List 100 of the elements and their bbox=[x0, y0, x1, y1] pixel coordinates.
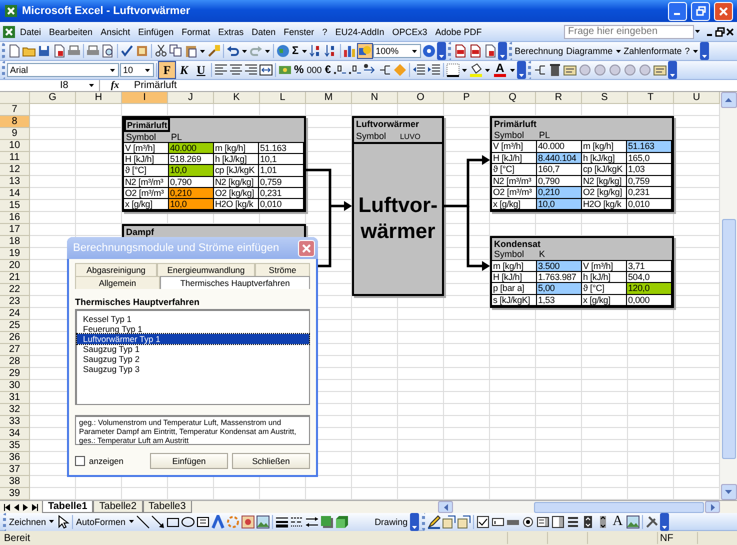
format-painter-icon[interactable] bbox=[207, 44, 221, 58]
font-size-dropdown[interactable]: 10 bbox=[120, 63, 154, 77]
formula-field[interactable]: Primärluft bbox=[130, 80, 177, 91]
row-header[interactable]: 15 bbox=[0, 200, 30, 212]
column-header[interactable]: J bbox=[168, 92, 214, 104]
menu-item[interactable]: Daten bbox=[248, 26, 280, 38]
trash-icon[interactable] bbox=[548, 63, 562, 77]
autoshapes-menu[interactable]: AutoFormen bbox=[75, 516, 127, 526]
menu-item[interactable]: ? bbox=[318, 26, 332, 38]
arrow-icon[interactable] bbox=[150, 514, 165, 528]
format-button[interactable]: U bbox=[193, 62, 209, 78]
dropdown-caret-icon[interactable] bbox=[265, 50, 270, 52]
line-icon[interactable] bbox=[136, 514, 150, 528]
font-dropdown[interactable]: Arial bbox=[7, 63, 119, 77]
arrow-style-icon[interactable] bbox=[304, 514, 319, 528]
draw-menu[interactable]: Zeichnen bbox=[8, 516, 48, 526]
menu-item[interactable]: Extras bbox=[214, 26, 248, 38]
toolbar-menu[interactable]: Diagramme bbox=[565, 46, 614, 56]
euro-button[interactable]: € bbox=[324, 64, 332, 76]
next-sheet-icon[interactable] bbox=[22, 504, 29, 510]
label-control-button[interactable]: A bbox=[610, 514, 625, 530]
column-header[interactable]: Q bbox=[490, 92, 536, 104]
tab[interactable]: Energieumwandlung bbox=[157, 263, 255, 276]
dropdown-caret-icon[interactable] bbox=[302, 50, 307, 52]
decrease-indent-icon[interactable] bbox=[412, 63, 426, 77]
column-header[interactable]: L bbox=[260, 92, 306, 104]
dropdown-caret-icon[interactable] bbox=[616, 50, 621, 52]
row-header[interactable]: 28 bbox=[0, 356, 30, 368]
fill-color-icon[interactable] bbox=[468, 63, 483, 77]
align-right-icon[interactable] bbox=[244, 63, 258, 77]
list-item[interactable]: Kessel Typ 1 bbox=[77, 314, 309, 324]
shadow-icon[interactable] bbox=[320, 514, 334, 528]
column-header[interactable]: I bbox=[122, 92, 168, 104]
row-header[interactable]: 17 bbox=[0, 224, 30, 236]
currency-icon[interactable] bbox=[278, 63, 292, 77]
dash-style-icon[interactable] bbox=[290, 514, 304, 528]
form-icon[interactable] bbox=[652, 63, 667, 77]
function-button[interactable]: fx bbox=[100, 80, 130, 91]
dropdown-caret-icon[interactable] bbox=[242, 50, 247, 52]
menu-item[interactable]: Einfügen bbox=[134, 26, 178, 38]
help-icon[interactable] bbox=[422, 44, 436, 58]
row-header[interactable]: 18 bbox=[0, 236, 30, 248]
drawing-icon[interactable] bbox=[358, 44, 372, 58]
pdf-icon[interactable] bbox=[468, 44, 482, 58]
line-style-icon[interactable] bbox=[274, 514, 289, 528]
dropdown-caret-icon[interactable] bbox=[200, 50, 205, 52]
column-header[interactable]: K bbox=[214, 92, 260, 104]
dropdown-caret-icon[interactable] bbox=[145, 68, 150, 72]
tab[interactable]: Thermisches Hauptverfahren bbox=[160, 276, 310, 289]
row-header[interactable]: 26 bbox=[0, 332, 30, 344]
dropdown-caret-icon[interactable] bbox=[510, 68, 515, 72]
form-icon[interactable] bbox=[562, 63, 577, 77]
design-mode-icon[interactable] bbox=[426, 514, 441, 528]
wordart-icon[interactable] bbox=[210, 514, 225, 528]
row-header[interactable]: 31 bbox=[0, 392, 30, 404]
toolbar-menu[interactable]: Zahlenformate bbox=[622, 46, 683, 56]
list-item[interactable]: Feuerung Typ 1 bbox=[77, 324, 309, 334]
tab[interactable]: Allgemein bbox=[75, 276, 160, 289]
circle-icon[interactable] bbox=[608, 63, 622, 77]
column-header[interactable]: G bbox=[30, 92, 76, 104]
menu-item[interactable]: OPCEx3 bbox=[388, 26, 432, 38]
row-header[interactable]: 7 bbox=[0, 104, 30, 116]
dialog-button[interactable]: Schließen bbox=[232, 453, 310, 469]
column-header[interactable]: M bbox=[306, 92, 352, 104]
tab[interactable]: Abgasreinigung bbox=[75, 263, 157, 276]
dropdown-caret-icon[interactable] bbox=[695, 30, 700, 33]
last-sheet-icon[interactable] bbox=[31, 504, 38, 510]
merge-center-icon[interactable] bbox=[259, 63, 273, 77]
pdf-icon[interactable] bbox=[482, 44, 497, 58]
list-control-icon[interactable] bbox=[536, 514, 550, 528]
toolbar-menu[interactable]: Berechnung bbox=[514, 46, 564, 56]
row-header[interactable]: 12 bbox=[0, 164, 30, 176]
column-header[interactable]: R bbox=[536, 92, 582, 104]
dropdown-caret-icon[interactable] bbox=[692, 50, 698, 52]
menu-item[interactable]: Format bbox=[178, 26, 214, 38]
save-icon[interactable] bbox=[37, 44, 51, 58]
spelling-icon[interactable] bbox=[120, 44, 134, 58]
row-header[interactable]: 10 bbox=[0, 140, 30, 152]
thousands-button[interactable]: 000 bbox=[306, 65, 323, 75]
column-header[interactable]: P bbox=[444, 92, 490, 104]
row-header[interactable]: 34 bbox=[0, 428, 30, 440]
autosum-button[interactable]: Σ bbox=[291, 45, 300, 57]
tab[interactable]: Ströme bbox=[255, 263, 310, 276]
row-header[interactable]: 27 bbox=[0, 344, 30, 356]
horizontal-scrollbar[interactable] bbox=[438, 500, 720, 514]
row-header[interactable]: 21 bbox=[0, 272, 30, 284]
print-icon[interactable] bbox=[67, 44, 81, 58]
module-list[interactable]: Kessel Typ 1 Feuerung Typ 1 Luftvorwärmer Typ 1 Saugzug Typ 1 Saugzug Typ 2 Saugzug Typ 3 bbox=[75, 309, 310, 405]
circle-icon[interactable] bbox=[622, 63, 637, 77]
row-header[interactable]: 38 bbox=[0, 476, 30, 488]
restore-button[interactable] bbox=[691, 2, 710, 20]
toolbar-options-icon[interactable] bbox=[668, 61, 677, 79]
chart-icon[interactable] bbox=[342, 44, 357, 58]
list-item[interactable]: Saugzug Typ 2 bbox=[77, 354, 309, 364]
list-item[interactable]: Saugzug Typ 3 bbox=[77, 364, 309, 374]
toolbar-menu[interactable]: Drawing bbox=[374, 516, 409, 526]
sheet-tab[interactable]: Tabelle2 bbox=[93, 501, 143, 513]
oval-icon[interactable] bbox=[180, 514, 195, 528]
select-cursor-icon[interactable] bbox=[56, 514, 70, 528]
toolbar-options-icon[interactable] bbox=[516, 61, 526, 79]
